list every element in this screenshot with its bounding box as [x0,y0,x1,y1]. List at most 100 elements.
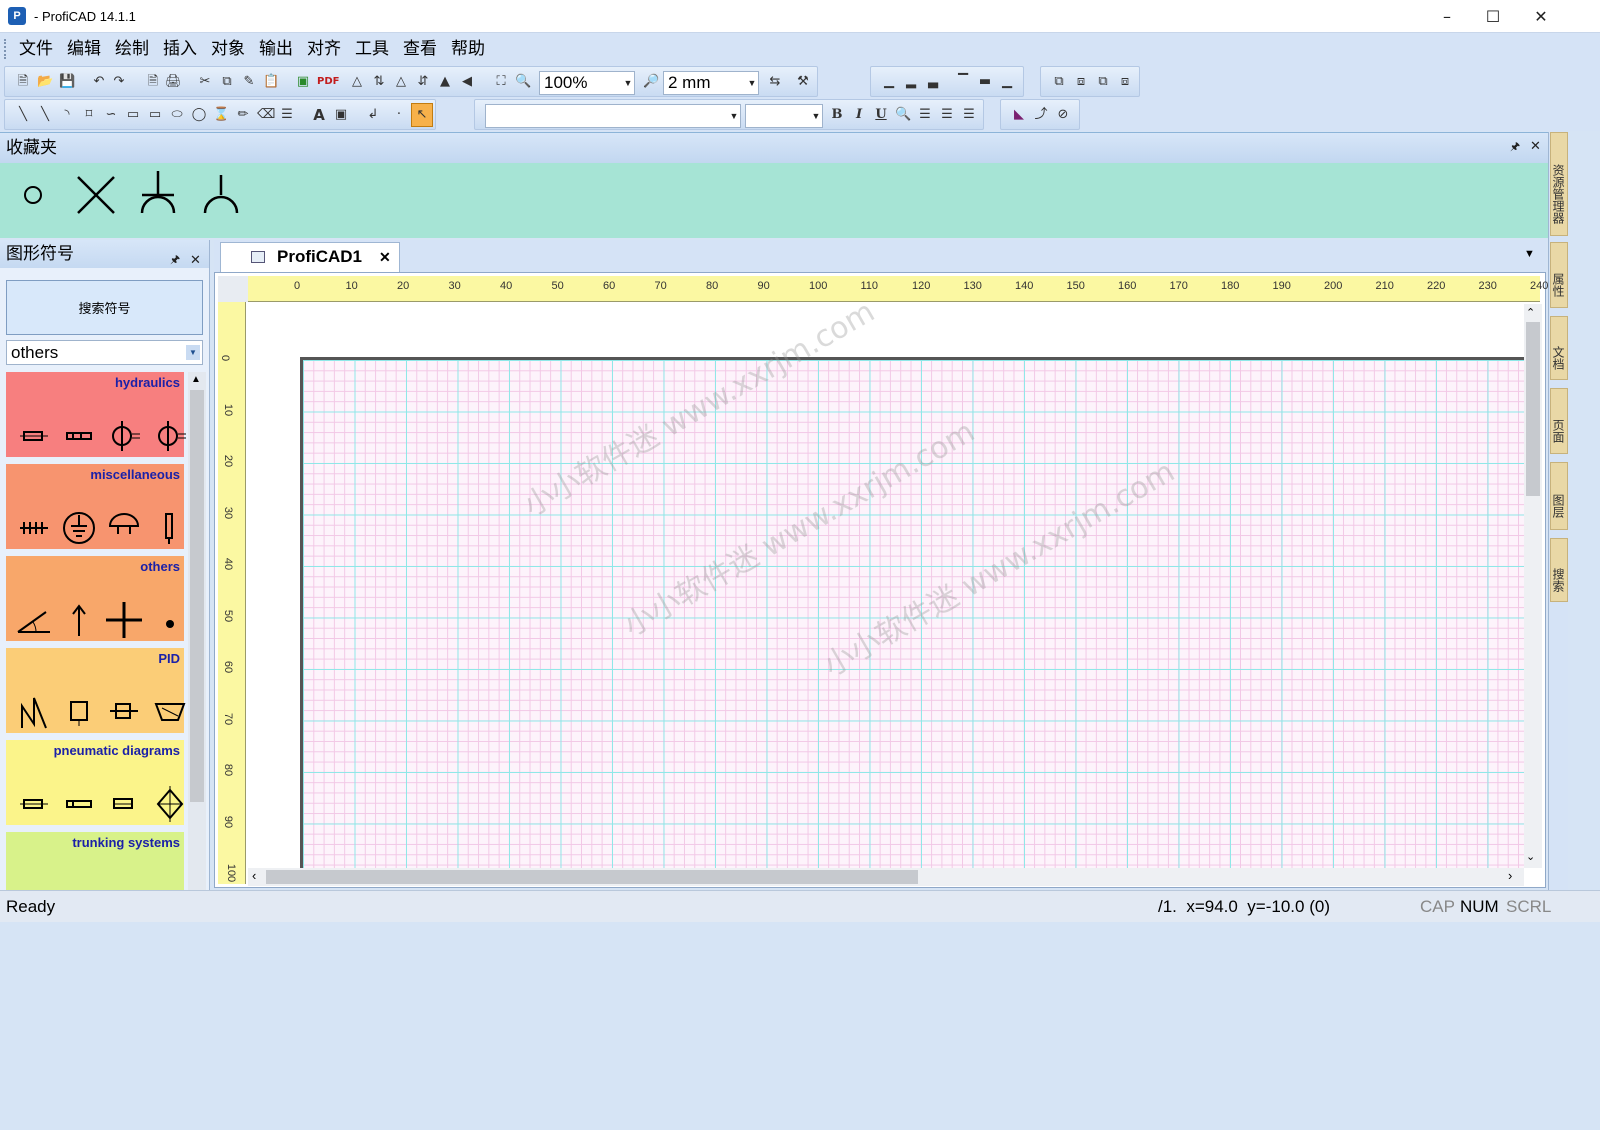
category-others[interactable]: others [6,556,184,644]
menu-view[interactable]: 查看 [396,33,444,65]
dot-symbol[interactable] [152,602,186,638]
group-icon[interactable]: ⧉ [1051,74,1067,90]
close-tab-icon[interactable]: ✕ [379,243,391,271]
scroll-up-icon[interactable]: ⌃ [1526,306,1535,319]
fav-junction-symbol[interactable] [140,171,176,214]
align-bottom-left-icon[interactable]: ▁ [881,74,897,90]
pdf-icon[interactable]: PDF [317,74,339,90]
no-entry-icon[interactable]: ⊘ [1055,107,1071,123]
send-back-icon[interactable]: ⧈ [1117,74,1133,90]
hydraulic-cylinder-symbol[interactable] [61,418,97,454]
tab-documents[interactable]: 文档 [1550,316,1568,380]
frame-icon[interactable]: ◣ [1011,107,1027,123]
wire-icon[interactable]: ↲ [365,107,381,123]
drawing-canvas[interactable]: 小小软件迷 www.xxrjm.com 小小软件迷 www.xxrjm.com … [248,304,1524,868]
underline-icon[interactable]: U [873,107,889,123]
angle-symbol[interactable] [16,602,52,638]
tab-list-dropdown-icon[interactable]: ▼ [1524,248,1535,260]
ground-circle-symbol[interactable] [61,510,97,546]
align-left-icon[interactable]: ☰ [917,107,933,123]
pin-icon[interactable]: 🖈 [1510,138,1520,157]
pid-pipe-bend-symbol[interactable] [16,694,52,730]
menu-edit[interactable]: 编辑 [60,33,108,65]
menu-output[interactable]: 输出 [252,33,300,65]
zoom-in-icon[interactable]: 🔍 [515,74,531,90]
tab-layers[interactable]: 图层 [1550,462,1568,530]
canvas-horizontal-scroll-thumb[interactable] [266,870,918,884]
pneumatic-valve-symbol[interactable] [16,786,52,822]
menu-tools[interactable]: 工具 [348,33,396,65]
canvas-vertical-scroll-thumb[interactable] [1526,322,1540,496]
zoom-fit-icon[interactable]: ⛶ [493,74,509,90]
scroll-left-icon[interactable]: ‹ [252,868,256,883]
collapse-icon[interactable]: ◀ [459,74,475,90]
probe-symbol[interactable] [152,510,186,546]
print-preview-icon[interactable]: 🗎 [145,74,161,90]
hydraulic-pump-symbol[interactable] [106,418,142,454]
fav-cross-symbol[interactable] [77,176,115,214]
font-size-select[interactable]: ▼ [745,104,823,128]
align-bottom-center-icon[interactable]: ▂ [903,74,919,90]
format-painter-icon[interactable]: ✎ [241,74,257,90]
scroll-down-icon[interactable]: ⌄ [1526,850,1535,863]
redo-icon[interactable]: ↷ [111,74,127,90]
hammer-icon[interactable]: ⚒ [795,74,811,90]
ellipse-icon[interactable]: ⬭ [169,107,185,123]
select-arrow-icon[interactable]: ↖ [411,103,433,127]
symbol-list-scroll-thumb[interactable] [190,390,204,802]
category-miscellaneous[interactable]: miscellaneous [6,464,184,552]
hydraulic-valve-symbol[interactable] [16,418,52,454]
bezier-icon[interactable]: ∽ [103,107,119,123]
grid-select[interactable]: 2 mm ▼ [663,71,759,95]
align-icon[interactable]: ▲ [437,74,453,90]
node-icon[interactable]: · [391,107,407,123]
rotate-left-icon[interactable]: ⇅ [371,74,387,90]
connector-strip-symbol[interactable] [16,510,52,546]
pid-tank-symbol[interactable] [152,694,186,730]
rounded-rect-icon[interactable]: ▭ [147,107,163,123]
fav-branch-symbol[interactable] [203,175,239,214]
zoom-out-icon[interactable]: 🔎 [643,74,659,90]
tab-explorer[interactable]: 资源管理器 [1550,132,1568,236]
cross-junction-symbol[interactable] [106,602,142,638]
search-symbols-button[interactable]: 搜索符号 [6,280,203,335]
close-icon[interactable]: ✕ [190,246,201,274]
tab-proficad1[interactable]: ProfiCAD1 ✕ [220,242,400,272]
pin-icon[interactable]: 🖈 [170,246,180,274]
pen-icon[interactable]: ✏ [235,107,251,123]
category-pid[interactable]: PID [6,648,186,736]
connector-icon[interactable]: ⤴ [1033,107,1049,123]
open-icon[interactable]: 📂 [37,74,53,90]
scroll-right-icon[interactable]: › [1508,868,1512,883]
menu-file[interactable]: 文件 [12,33,60,65]
pneumatic-cylinder-symbol[interactable] [61,786,97,822]
tab-properties[interactable]: 属性 [1550,242,1568,308]
zoom-text-icon[interactable]: 🔍 [895,107,911,123]
undo-icon[interactable]: ↶ [91,74,107,90]
align-right-icon[interactable]: ☰ [961,107,977,123]
minimize-icon[interactable]: – [1424,0,1470,33]
fav-terminal-symbol[interactable] [24,186,42,204]
align-top-icon[interactable]: ▔ [955,74,971,90]
zoom-select[interactable]: 100% ▼ [539,71,635,95]
circle-icon[interactable]: ◯ [191,107,207,123]
save-icon[interactable]: 💾 [59,74,75,90]
paste-icon[interactable]: 📋 [263,74,279,90]
copy-icon[interactable]: ⧉ [219,74,235,90]
rotate-right-icon[interactable]: △ [393,74,409,90]
tab-search[interactable]: 搜索 [1550,538,1568,602]
arrow-up-symbol[interactable] [61,602,97,638]
text-icon[interactable]: A [311,107,327,123]
bold-icon[interactable]: B [829,107,845,123]
category-pneumatic-diagrams[interactable]: pneumatic diagrams [6,740,184,828]
ungroup-icon[interactable]: ⧈ [1073,74,1089,90]
rectangle-icon[interactable]: ▭ [125,107,141,123]
close-icon[interactable]: ✕ [1518,0,1564,33]
category-hydraulics[interactable]: hydraulics [6,372,186,460]
swap-icon[interactable]: ⇆ [767,74,783,90]
font-name-select[interactable]: ▼ [485,104,741,128]
cut-icon[interactable]: ✂ [197,74,213,90]
maximize-icon[interactable]: ☐ [1470,0,1516,33]
export-image-icon[interactable]: ▣ [295,74,311,90]
fill-icon[interactable]: ▣ [333,107,349,123]
